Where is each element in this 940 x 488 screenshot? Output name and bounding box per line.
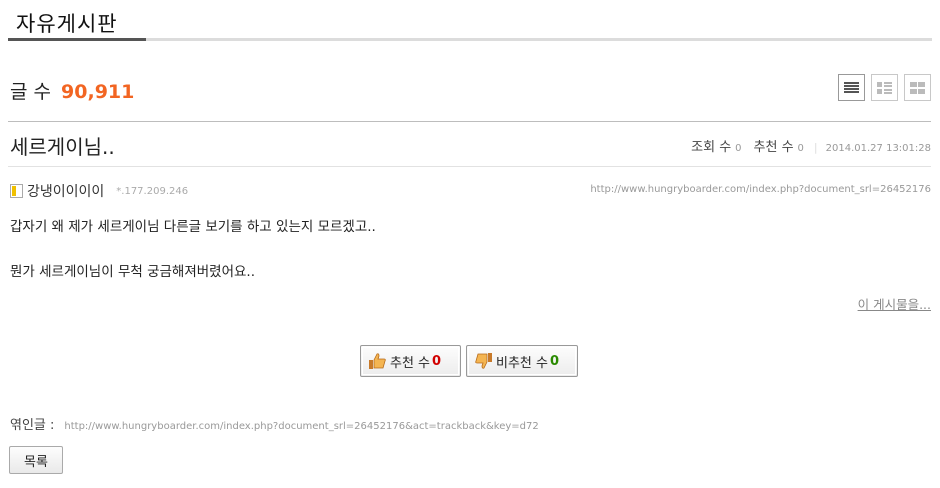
post-date: 2014.01.27 13:01:28: [825, 143, 931, 154]
views-label: 조회 수: [691, 140, 732, 155]
recommend-count: 0: [432, 353, 442, 369]
not-recommend-label: 비추천 수: [496, 355, 548, 371]
author-name[interactable]: 강냉이이이이: [27, 181, 104, 201]
author-ip: *.177.209.246: [116, 185, 189, 197]
post-count-value: 90,911: [61, 81, 135, 103]
thumbs-up-icon: [369, 353, 386, 369]
list-view-button[interactable]: [838, 74, 865, 101]
divider: [8, 121, 931, 122]
recommend-label: 추천 수: [390, 355, 431, 371]
post-title[interactable]: 세르게이님..: [10, 131, 115, 160]
not-recommend-count: 0: [549, 353, 560, 369]
post-count: 글 수 90,911: [10, 77, 134, 104]
view-mode-toggles: [838, 74, 931, 101]
title-underline: [8, 38, 932, 41]
not-recommend-button[interactable]: 비추천 수 0: [466, 345, 578, 377]
list-button[interactable]: 목록: [9, 446, 63, 474]
board-header: 자유게시판: [8, 0, 932, 44]
meta-separator: |: [813, 141, 818, 154]
recommend-value: 0: [797, 143, 804, 154]
post-count-label: 글 수: [10, 81, 51, 103]
board-title[interactable]: 자유게시판: [16, 8, 118, 38]
post-content-line: 뭔가 세르게이님이 무척 궁금해져버렸어요..: [10, 264, 256, 280]
divider: [8, 166, 931, 167]
thumbs-down-icon: [475, 353, 492, 369]
post-permalink[interactable]: http://www.hungryboarder.com/index.php?d…: [590, 184, 931, 195]
list-view-icon: [844, 81, 859, 93]
post-meta: 조회 수 0 추천 수 0 | 2014.01.27 13:01:28: [691, 136, 931, 155]
member-icon: [10, 184, 23, 198]
author-info: 강냉이이이이 *.177.209.246: [10, 181, 188, 201]
webzine-view-icon: [877, 81, 892, 94]
gallery-view-icon: [910, 81, 925, 94]
views-value: 0: [735, 143, 742, 154]
recommend-button[interactable]: 추천 수 0: [360, 345, 461, 377]
webzine-view-button[interactable]: [871, 74, 898, 101]
gallery-view-button[interactable]: [904, 74, 931, 101]
recommend-label: 추천 수: [753, 140, 794, 155]
trackback-url[interactable]: http://www.hungryboarder.com/index.php?d…: [64, 421, 538, 432]
author-posts-link[interactable]: 이 게시물을...: [858, 294, 931, 313]
post-content-line: 갑자기 왜 제가 세르게이님 다른글 보기를 하고 있는지 모르겠고..: [10, 219, 376, 235]
trackback-label: 엮인글 :: [10, 418, 55, 433]
title-underline-active: [8, 38, 146, 41]
trackback: 엮인글 : http://www.hungryboarder.com/index…: [10, 414, 539, 433]
